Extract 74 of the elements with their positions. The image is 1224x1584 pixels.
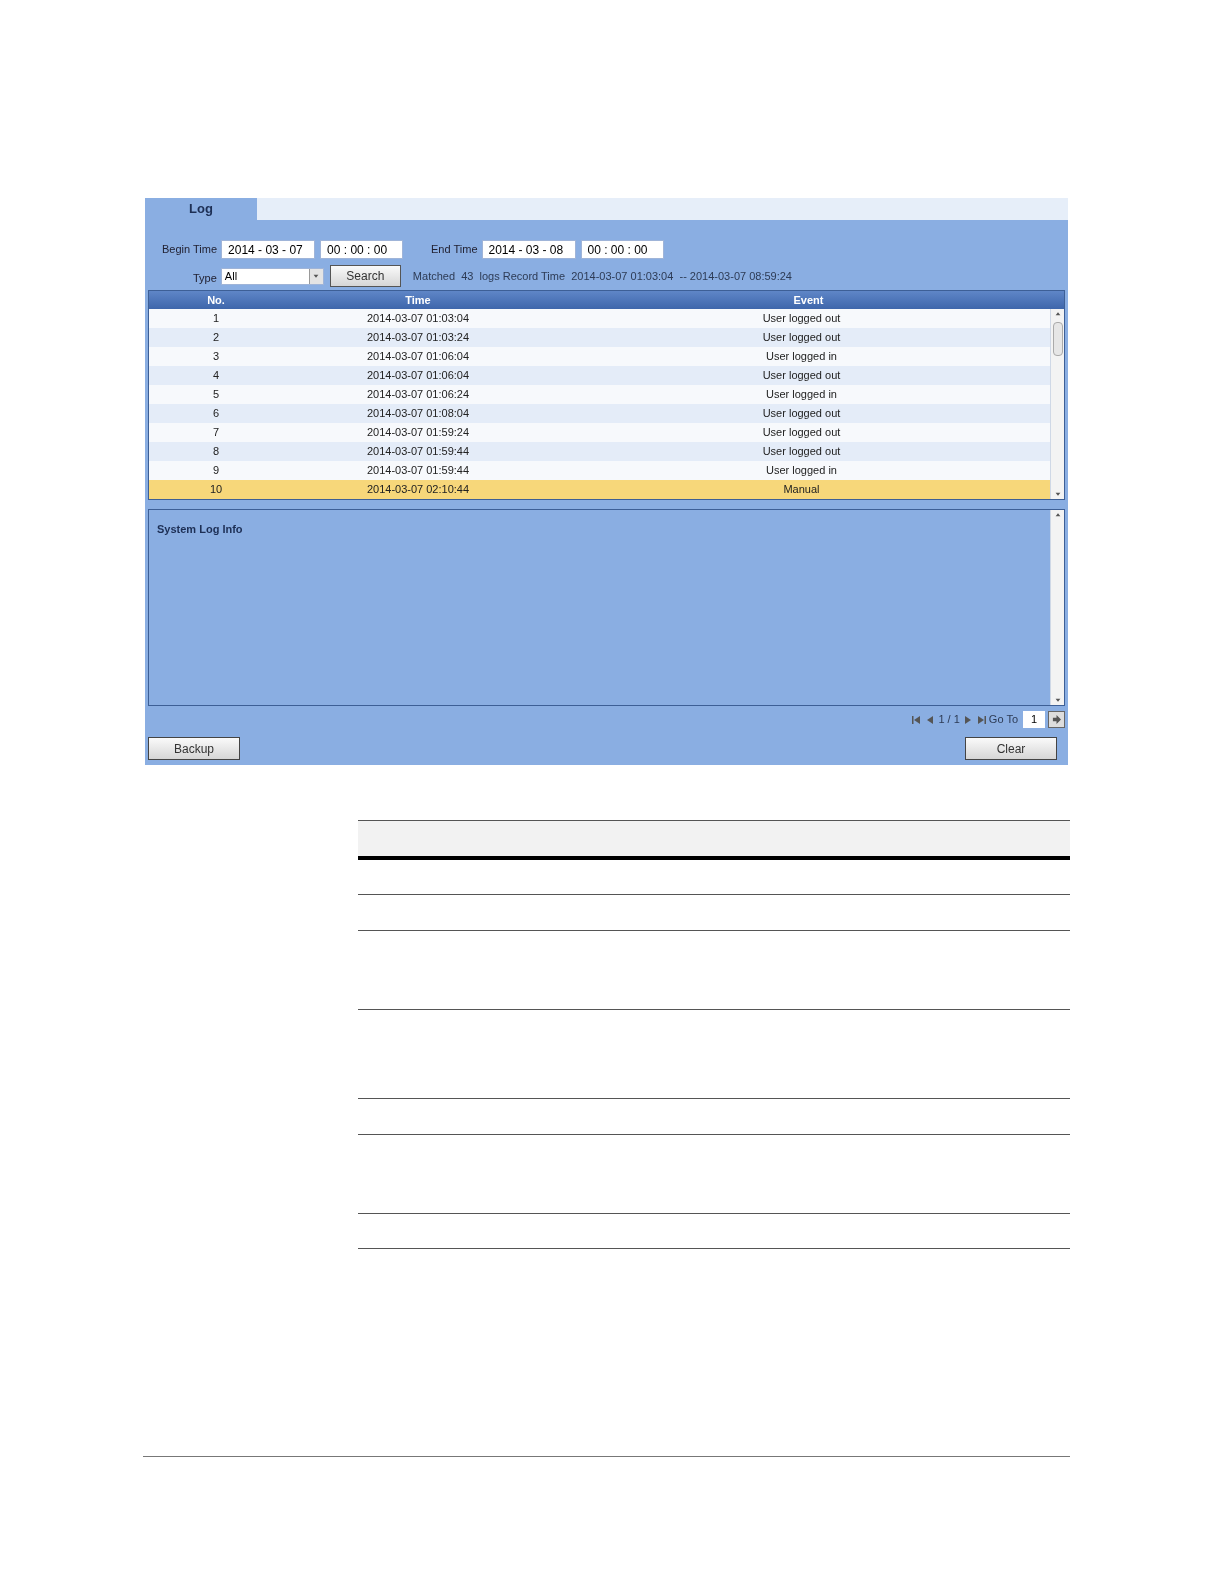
table-cell-text: User logged out <box>761 406 842 422</box>
table-cell-text: 2014-03-07 01:06:24 <box>365 387 471 403</box>
summary-text: Matched 43 logs Record Time 2014-03-07 01:03:04 -- 2014-03-07 08:59:24 <box>412 268 792 284</box>
page-input[interactable]: 1 <box>1023 711 1045 728</box>
column-header[interactable]: No. <box>149 291 283 309</box>
scroll-down-icon[interactable] <box>1054 697 1061 703</box>
date-field[interactable]: 2014 - 03 - 07 <box>221 240 316 259</box>
next-page-icon[interactable] <box>962 714 973 725</box>
scrollbar[interactable] <box>1050 510 1064 705</box>
page-indicator: 1 / 1 <box>938 712 960 728</box>
scroll-up-icon[interactable] <box>1054 311 1061 317</box>
field-label: Begin Time <box>162 242 218 258</box>
table-cell-text: User logged in <box>765 349 838 365</box>
tab[interactable]: Log <box>145 198 257 220</box>
table-row[interactable]: 1 2014-03-07 01:03:04 User logged out <box>149 309 1050 328</box>
field-label: Type <box>193 270 217 286</box>
table-cell-text: 3 <box>211 349 221 365</box>
column-header[interactable]: Time <box>283 291 553 309</box>
table-cell-text: 2014-03-07 01:06:04 <box>365 349 471 365</box>
column-header[interactable]: Event <box>553 291 1064 309</box>
type-dropdown[interactable]: All <box>220 267 324 285</box>
last-page-icon[interactable] <box>975 714 986 725</box>
date-field[interactable]: 2014 - 03 - 08 <box>481 240 576 259</box>
table-cell-text: User logged in <box>765 463 838 479</box>
caret-icon[interactable] <box>313 273 320 279</box>
table-cell-text: 8 <box>211 444 221 460</box>
goto-label: Go To <box>988 712 1018 728</box>
panel-title: System Log Info <box>157 523 243 535</box>
arrow-icon <box>1052 715 1061 724</box>
table-cell-text: 2014-03-07 01:08:04 <box>365 406 471 422</box>
time-field[interactable]: 00 : 00 : 00 <box>320 240 404 259</box>
field-label: End Time <box>431 242 478 258</box>
table-cell-text: User logged out <box>761 368 842 384</box>
search-button[interactable]: Search <box>329 265 401 287</box>
table-cell-text: 2014-03-07 01:59:44 <box>365 463 471 479</box>
scrollbar[interactable] <box>1050 309 1064 499</box>
clear-button[interactable]: Clear <box>965 737 1057 760</box>
previous-page-icon[interactable] <box>925 714 936 725</box>
table-cell-text: 2014-03-07 01:06:04 <box>365 368 471 384</box>
table-row[interactable]: 9 2014-03-07 01:59:44 User logged in <box>149 461 1050 480</box>
table-row[interactable]: 6 2014-03-07 01:08:04 User logged out <box>149 404 1050 423</box>
table-cell-text: Manual <box>782 482 821 498</box>
table-cell-text: 4 <box>211 368 221 384</box>
table-cell-text: 1 <box>211 311 221 327</box>
table-cell-text: 7 <box>211 425 221 441</box>
table-cell-text: User logged out <box>761 311 842 327</box>
table-cell-text: User logged out <box>761 330 842 346</box>
table-cell-text: 2014-03-07 02:10:44 <box>365 482 471 498</box>
table-cell-text: 2014-03-07 01:03:04 <box>365 311 471 327</box>
table-cell-text: 2 <box>211 330 221 346</box>
table-cell-text: User logged in <box>765 387 838 403</box>
table-cell-text: User logged out <box>761 444 842 460</box>
table-cell-text: 9 <box>211 463 221 479</box>
table-row[interactable]: 2 2014-03-07 01:03:24 User logged out <box>149 328 1050 347</box>
scroll-down-icon[interactable] <box>1054 491 1061 497</box>
table-row[interactable]: 4 2014-03-07 01:06:04 User logged out <box>149 366 1050 385</box>
go-button[interactable] <box>1048 711 1065 728</box>
table-row[interactable]: 3 2014-03-07 01:06:04 User logged in <box>149 347 1050 366</box>
table-cell-text: 2014-03-07 01:59:24 <box>365 425 471 441</box>
scroll-thumb[interactable] <box>1052 322 1063 356</box>
table-row[interactable]: 8 2014-03-07 01:59:44 User logged out <box>149 442 1050 461</box>
scroll-up-icon[interactable] <box>1054 512 1061 518</box>
table-cell-text: 2014-03-07 01:59:44 <box>365 444 471 460</box>
first-page-icon[interactable] <box>912 714 923 725</box>
table-row[interactable]: 10 2014-03-07 02:10:44 Manual <box>149 480 1050 499</box>
table-row[interactable]: 5 2014-03-07 01:06:24 User logged in <box>149 385 1050 404</box>
table-cell-text: 5 <box>211 387 221 403</box>
table-row[interactable]: 7 2014-03-07 01:59:24 User logged out <box>149 423 1050 442</box>
table-cell-text: User logged out <box>761 425 842 441</box>
table-cell-text: 2014-03-07 01:03:24 <box>365 330 471 346</box>
time-field[interactable]: 00 : 00 : 00 <box>580 240 664 259</box>
backup-button[interactable]: Backup <box>148 737 240 760</box>
table-cell-text: 10 <box>208 482 224 498</box>
table-cell-text: 6 <box>211 406 221 422</box>
